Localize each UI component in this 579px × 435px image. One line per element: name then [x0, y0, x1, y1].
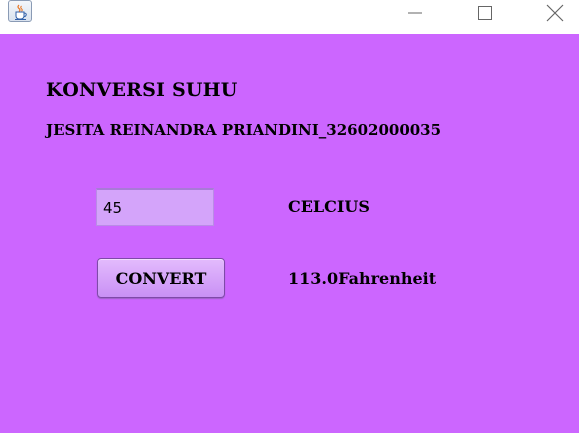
java-cup-icon[interactable] [8, 0, 32, 22]
convert-button[interactable]: CONVERT [97, 258, 225, 298]
app-window: KONVERSI SUHU JESITA REINANDRA PRIANDINI… [0, 0, 579, 435]
maximize-button[interactable] [462, 0, 508, 26]
close-icon [546, 4, 564, 22]
title-bar[interactable] [0, 0, 579, 34]
celcius-input[interactable] [96, 188, 214, 226]
close-button[interactable] [532, 0, 578, 26]
minimize-icon [408, 12, 422, 14]
celcius-label: CELCIUS [288, 197, 370, 216]
minimize-button[interactable] [392, 0, 438, 26]
page-title: KONVERSI SUHU [46, 79, 238, 101]
converter-panel: KONVERSI SUHU JESITA REINANDRA PRIANDINI… [0, 34, 579, 433]
result-label: 113.0Fahrenheit [288, 269, 437, 288]
author-label: JESITA REINANDRA PRIANDINI_32602000035 [46, 121, 442, 139]
maximize-icon [478, 6, 492, 20]
